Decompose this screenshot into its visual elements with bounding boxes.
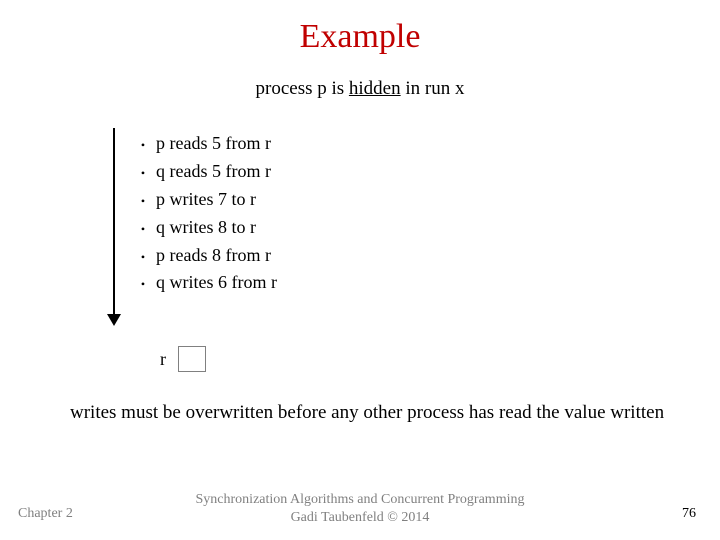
slide-title: Example — [0, 18, 720, 56]
timeline-arrowhead-icon — [107, 314, 121, 326]
footer-attribution: Synchronization Algorithms and Concurren… — [0, 491, 720, 526]
bullet-icon: • — [130, 220, 156, 239]
bullet-text: q reads 5 from r — [156, 158, 271, 186]
bullet-icon: • — [130, 248, 156, 267]
bullet-icon: • — [130, 164, 156, 183]
footer-line1: Synchronization Algorithms and Concurren… — [0, 491, 720, 509]
register-label: r — [160, 349, 166, 370]
bullet-icon: • — [130, 136, 156, 155]
bullet-icon: • — [130, 192, 156, 211]
footer-line2: Gadi Taubenfeld © 2014 — [0, 509, 720, 527]
bullet-text: p reads 8 from r — [156, 242, 271, 270]
bullet-icon: • — [130, 275, 156, 294]
list-item: • q reads 5 from r — [130, 158, 277, 186]
subtitle-suffix: in run x — [401, 78, 465, 99]
register-display: r — [160, 346, 206, 372]
list-item: • p writes 7 to r — [130, 186, 277, 214]
bullet-list: • p reads 5 from r • q reads 5 from r • … — [130, 130, 277, 297]
list-item: • q writes 8 to r — [130, 214, 277, 242]
list-item: • p reads 5 from r — [130, 130, 277, 158]
subtitle-underlined: hidden — [349, 78, 401, 99]
bullet-text: q writes 8 to r — [156, 214, 256, 242]
list-item: • p reads 8 from r — [130, 242, 277, 270]
footer-page-number: 76 — [682, 506, 696, 522]
register-box-icon — [178, 346, 206, 372]
bullet-text: q writes 6 from r — [156, 269, 277, 297]
subtitle-prefix: process p is — [256, 78, 349, 99]
list-item: • q writes 6 from r — [130, 269, 277, 297]
timeline-axis — [113, 128, 115, 316]
bullet-text: p reads 5 from r — [156, 130, 271, 158]
bullet-text: p writes 7 to r — [156, 186, 256, 214]
slide-subtitle: process p is hidden in run x — [0, 78, 720, 100]
slide-note: writes must be overwritten before any ot… — [70, 400, 680, 426]
